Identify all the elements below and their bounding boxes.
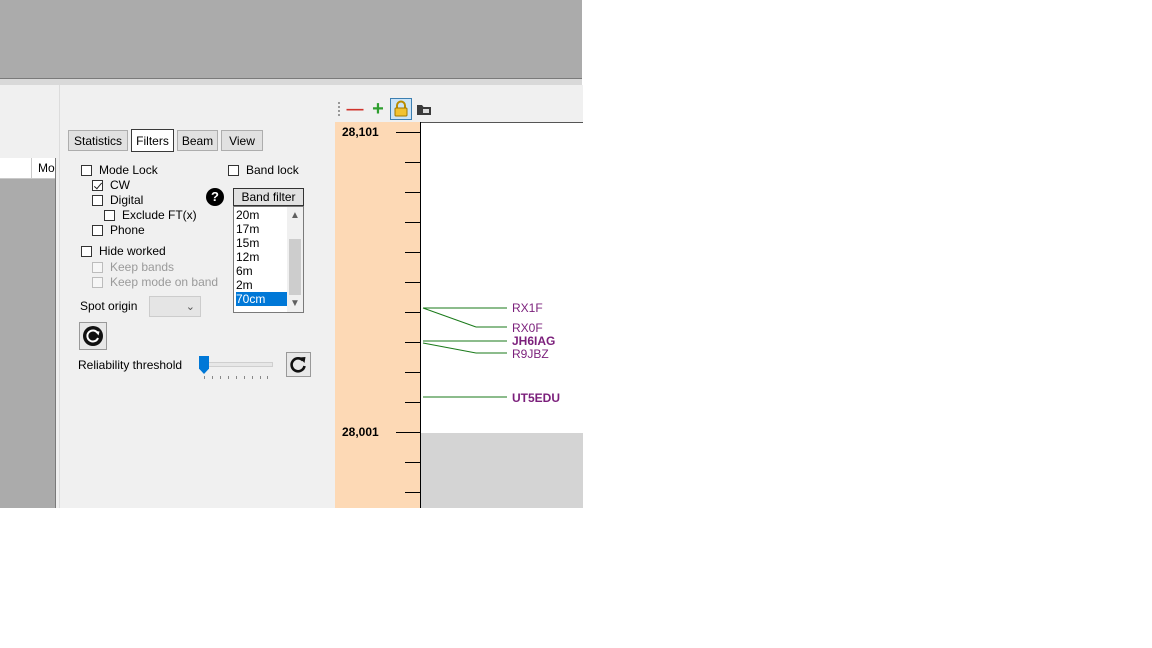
spot-callsign[interactable]: UT5EDU	[512, 391, 560, 405]
lock-icon	[394, 100, 408, 117]
keep-bands-label: Keep bands	[110, 260, 175, 274]
spot-callsign[interactable]: RX0F	[512, 321, 543, 335]
slider-tick	[220, 376, 221, 379]
top-gray-panel	[0, 0, 582, 79]
list-item[interactable]: 6m	[236, 264, 288, 278]
slider-tick	[267, 376, 268, 379]
tab-view[interactable]: View	[221, 130, 263, 151]
minor-tick	[405, 222, 420, 223]
spot-callsign[interactable]: R9JBZ	[512, 347, 549, 361]
minor-tick	[405, 492, 420, 493]
tab-beam[interactable]: Beam	[177, 130, 218, 151]
list-item[interactable]: 20m	[236, 208, 288, 222]
lock-button[interactable]	[390, 98, 412, 120]
minor-tick	[405, 342, 420, 343]
minor-tick	[405, 282, 420, 283]
zoom-out-icon[interactable]: —	[345, 100, 365, 120]
phone-checkbox[interactable]	[92, 225, 103, 236]
minor-tick	[405, 252, 420, 253]
phone-label: Phone	[110, 223, 145, 237]
keep-mode-on-band-label: Keep mode on band	[110, 275, 219, 289]
slider-tick	[204, 376, 205, 379]
hide-worked-label: Hide worked	[99, 244, 166, 258]
slider-tick	[228, 376, 229, 379]
keep-bands-checkbox[interactable]	[92, 262, 103, 273]
spot-callsign[interactable]: JH6IAG	[512, 334, 555, 348]
frequency-label-top: 28,101	[342, 125, 379, 139]
slider-tick	[212, 376, 213, 379]
zoom-in-icon[interactable]: +	[368, 99, 388, 120]
slider-tick	[244, 376, 245, 379]
spot-lines	[422, 307, 507, 398]
mode-lock-checkbox[interactable]	[81, 165, 92, 176]
refresh-icon	[83, 326, 103, 346]
hide-worked-checkbox[interactable]	[81, 246, 92, 257]
folder-icon[interactable]	[416, 102, 432, 116]
tab-statistics[interactable]: Statistics	[68, 130, 128, 151]
spot-origin-label: Spot origin	[80, 299, 138, 313]
bandmap-toolbar: — +	[335, 97, 583, 122]
reliability-threshold-label: Reliability threshold	[78, 358, 183, 372]
cw-label: CW	[110, 178, 130, 192]
minor-tick	[405, 462, 420, 463]
band-filter-list[interactable]: 20m 17m 15m 12m 6m 2m 70cm ▲ ▼	[233, 206, 304, 313]
list-item[interactable]: 12m	[236, 250, 288, 264]
spot-origin-select[interactable]: ⌄	[149, 296, 201, 317]
slider-tick	[260, 376, 261, 379]
band-list-scrollbar[interactable]: ▲ ▼	[287, 207, 303, 312]
exclude-ft-label: Exclude FT(x)	[122, 208, 197, 222]
grid-header: Mo	[0, 158, 55, 179]
help-icon[interactable]: ?	[206, 188, 224, 206]
digital-checkbox[interactable]	[92, 195, 103, 206]
column-separator[interactable]	[31, 158, 32, 178]
cw-checkbox[interactable]	[92, 180, 103, 191]
list-item[interactable]: 17m	[236, 222, 288, 236]
digital-label: Digital	[110, 193, 144, 207]
chevron-down-icon: ⌄	[185, 301, 195, 313]
tab-filters[interactable]: Filters	[131, 129, 174, 152]
scroll-thumb[interactable]	[289, 239, 301, 295]
spot-grid[interactable]	[0, 158, 56, 508]
band-lock-checkbox[interactable]	[228, 165, 239, 176]
minor-tick	[405, 192, 420, 193]
reliability-slider-track[interactable]	[203, 362, 273, 367]
frequency-scale[interactable]	[335, 122, 421, 508]
minor-tick	[405, 372, 420, 373]
scroll-up-icon[interactable]: ▲	[287, 209, 303, 223]
major-tick	[396, 432, 420, 433]
toolbar-grip[interactable]	[338, 102, 340, 116]
redo-icon	[290, 357, 306, 373]
column-header-mode[interactable]: Mo	[38, 161, 55, 175]
exclude-ft-checkbox[interactable]	[104, 210, 115, 221]
scroll-down-icon[interactable]: ▼	[287, 297, 303, 311]
band-filter-header: Band filter	[233, 188, 304, 206]
major-tick	[396, 132, 420, 133]
reset-threshold-button[interactable]	[286, 352, 311, 377]
list-item[interactable]: 2m	[236, 278, 288, 292]
spot-callsign[interactable]: RX1F	[512, 301, 543, 315]
minor-tick	[405, 162, 420, 163]
band-lock-label: Band lock	[246, 163, 299, 177]
refresh-button[interactable]	[79, 322, 107, 350]
panel-divider	[59, 85, 60, 508]
slider-tick	[252, 376, 253, 379]
bandmap-out-of-band-area	[421, 433, 583, 508]
keep-mode-on-band-checkbox[interactable]	[92, 277, 103, 288]
minor-tick	[405, 402, 420, 403]
list-item[interactable]: 15m	[236, 236, 288, 250]
list-item-selected[interactable]: 70cm	[236, 292, 288, 306]
slider-tick	[236, 376, 237, 379]
minor-tick	[405, 312, 420, 313]
frequency-label-bottom: 28,001	[342, 425, 379, 439]
mode-lock-label: Mode Lock	[99, 163, 158, 177]
